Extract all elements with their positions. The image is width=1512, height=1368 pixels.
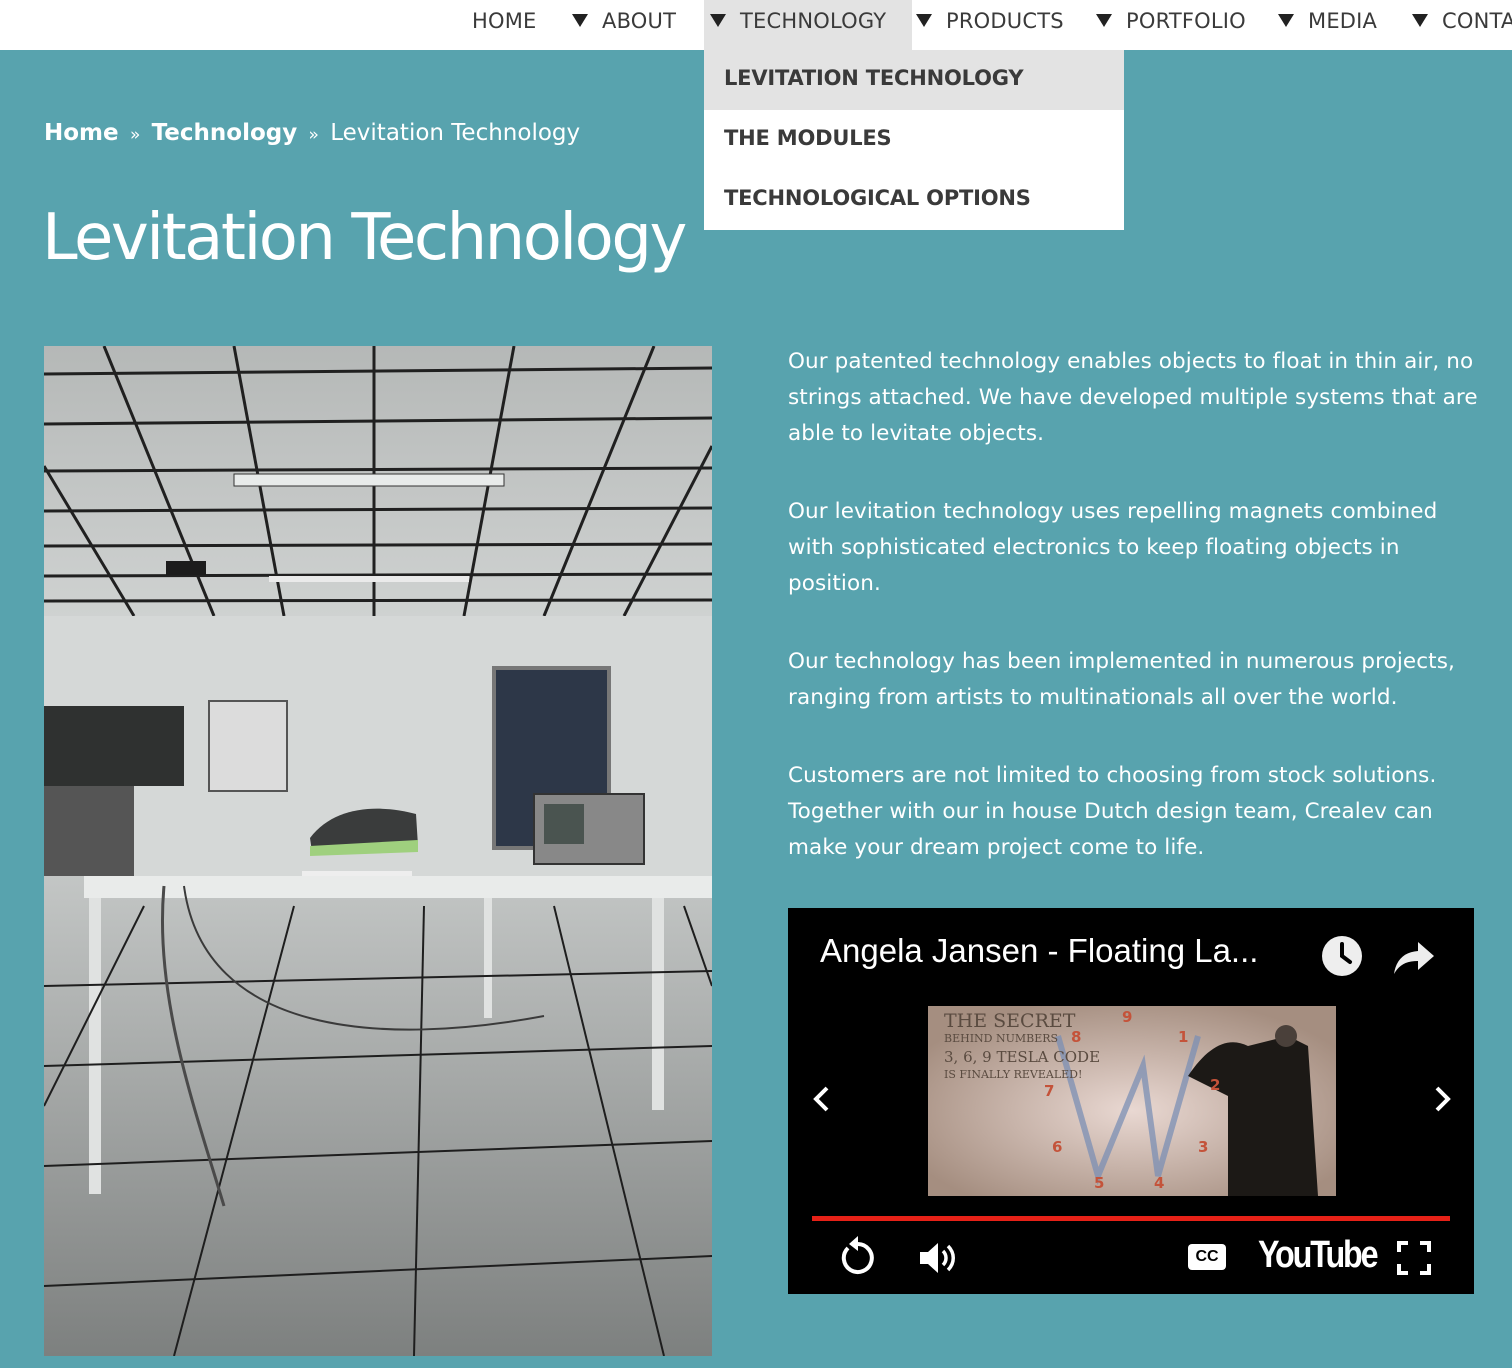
dropdown-arrow-icon	[1278, 13, 1294, 27]
nav-media[interactable]: MEDIA	[1278, 0, 1377, 50]
menu-item-label: LEVITATION TECHNOLOGY	[724, 66, 1024, 90]
thumb-digit: 6	[1052, 1138, 1062, 1156]
menu-item-the-modules[interactable]: THE MODULES	[704, 110, 1124, 170]
thumb-text-line4: IS FINALLY REVEALED!	[944, 1068, 1082, 1081]
nav-contact[interactable]: CONTA	[1412, 0, 1512, 50]
intro-paragraph-2: Our levitation technology uses repelling…	[788, 499, 1438, 596]
volume-icon[interactable]	[916, 1238, 960, 1278]
thumb-text-line3: 3, 6, 9 TESLA CODE	[944, 1048, 1100, 1066]
nav-products[interactable]: PRODUCTS	[916, 0, 1064, 50]
thumb-digit: 7	[1044, 1082, 1054, 1100]
nav-contact-label: CONTA	[1442, 9, 1512, 33]
nav-products-label: PRODUCTS	[946, 9, 1064, 33]
thumbnail-image: THE SECRET BEHIND NUMBERS 3, 6, 9 TESLA …	[928, 1006, 1336, 1196]
dropdown-arrow-icon	[1412, 13, 1428, 27]
youtube-video-embed[interactable]: Angela Jansen - Floating La... THE SECRE…	[788, 908, 1474, 1294]
dropdown-arrow-icon	[1096, 13, 1112, 27]
replay-icon[interactable]	[838, 1234, 878, 1278]
nav-media-label: MEDIA	[1308, 9, 1378, 33]
menu-item-technological-options[interactable]: TECHNOLOGICAL OPTIONS	[704, 170, 1124, 230]
page-title: Levitation Technology	[42, 201, 687, 275]
thumb-digit: 3	[1198, 1138, 1208, 1156]
menu-item-levitation-technology[interactable]: LEVITATION TECHNOLOGY	[704, 50, 1124, 110]
video-thumbnail[interactable]: THE SECRET BEHIND NUMBERS 3, 6, 9 TESLA …	[928, 1006, 1336, 1196]
breadcrumb-separator: »	[129, 125, 141, 145]
dropdown-arrow-icon	[710, 13, 726, 27]
intro-paragraph-4: Customers are not limited to choosing fr…	[788, 763, 1437, 860]
thumb-digit: 5	[1094, 1174, 1104, 1192]
thumb-digit: 9	[1122, 1008, 1132, 1026]
dropdown-arrow-icon	[916, 13, 932, 27]
thumb-text-line1: THE SECRET	[944, 1010, 1076, 1032]
technology-dropdown-menu: LEVITATION TECHNOLOGY THE MODULES TECHNO…	[704, 50, 1124, 230]
nav-about-label: ABOUT	[602, 9, 677, 33]
thumb-text-line2: BEHIND NUMBERS	[944, 1032, 1058, 1045]
chevron-right-icon[interactable]	[1432, 1084, 1454, 1114]
menu-item-label: THE MODULES	[724, 126, 892, 150]
nav-about[interactable]: ABOUT	[572, 0, 676, 50]
lab-photo-image	[44, 346, 712, 1356]
breadcrumb-home-link[interactable]: Home	[44, 120, 119, 146]
lab-photo	[44, 346, 712, 1356]
chevron-left-icon[interactable]	[810, 1084, 832, 1114]
intro-paragraph-1: Our patented technology enables objects …	[788, 349, 1478, 446]
video-progress-bar[interactable]	[812, 1216, 1450, 1221]
dropdown-arrow-icon	[572, 13, 588, 27]
video-title[interactable]: Angela Jansen - Floating La...	[820, 932, 1258, 970]
share-icon[interactable]	[1392, 938, 1436, 978]
thumb-digit: 2	[1210, 1076, 1220, 1094]
breadcrumb-technology-link[interactable]: Technology	[152, 120, 298, 146]
thumb-digit: 1	[1178, 1028, 1188, 1046]
cc-label: CC	[1195, 1248, 1219, 1265]
clock-icon[interactable]	[1320, 934, 1364, 978]
thumb-digit: 4	[1154, 1174, 1164, 1192]
fullscreen-icon[interactable]	[1396, 1240, 1432, 1276]
top-navigation: HOME ABOUT TECHNOLOGY PRODUCTS PORTFOLIO…	[0, 0, 1512, 50]
breadcrumb-separator: »	[308, 125, 319, 145]
intro-paragraph-3: Our technology has been implemented in n…	[788, 649, 1455, 710]
nav-home-label: HOME	[472, 9, 537, 33]
thumb-digit: 8	[1071, 1028, 1081, 1046]
nav-technology[interactable]: TECHNOLOGY	[704, 0, 912, 50]
cc-icon[interactable]: CC	[1188, 1244, 1226, 1270]
nav-technology-label: TECHNOLOGY	[740, 9, 887, 33]
breadcrumb-current: Levitation Technology	[330, 120, 581, 146]
nav-home[interactable]: HOME	[472, 0, 537, 50]
nav-portfolio-label: PORTFOLIO	[1126, 9, 1246, 33]
youtube-logo[interactable]: YouTube	[1258, 1234, 1379, 1277]
nav-portfolio[interactable]: PORTFOLIO	[1096, 0, 1246, 50]
menu-item-label: TECHNOLOGICAL OPTIONS	[724, 186, 1031, 210]
breadcrumb: Home » Technology » Levitation Technolog…	[44, 120, 580, 146]
